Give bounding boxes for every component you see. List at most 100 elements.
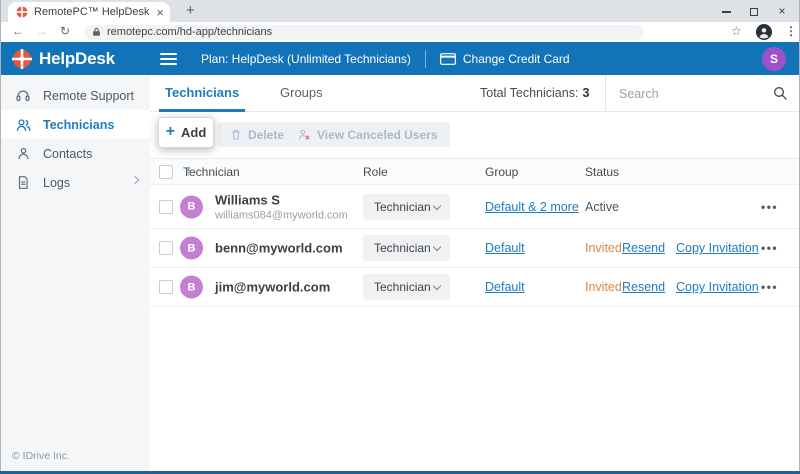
column-group: Group <box>485 165 518 179</box>
total-technicians: Total Technicians:3 <box>480 75 589 112</box>
role-dropdown[interactable]: Technician <box>363 194 450 220</box>
change-credit-card-button[interactable]: Change Credit Card <box>440 52 570 66</box>
contact-icon <box>14 146 32 161</box>
group-link[interactable]: Default <box>485 280 525 294</box>
role-value: Technician <box>374 200 431 214</box>
window-close-button[interactable]: × <box>768 4 796 18</box>
row-actions-menu-icon[interactable]: ••• <box>761 241 778 255</box>
status-label: Invited <box>585 241 622 255</box>
browser-profile-avatar[interactable] <box>756 24 772 40</box>
user-avatar[interactable]: S <box>762 47 786 71</box>
window-border-left <box>0 0 1 474</box>
table-header: Technician↑ Role Group Status <box>150 158 800 185</box>
technician-email: williams084@myworld.com <box>215 209 348 221</box>
sidebar-item-label: Technicians <box>43 118 114 132</box>
chevron-right-icon <box>131 176 139 184</box>
browser-url-bar: ← → ↻ remotepc.com/hd-app/technicians ☆ … <box>0 22 800 42</box>
resend-link[interactable]: Resend <box>622 280 665 294</box>
credit-card-icon <box>440 53 456 65</box>
role-value: Technician <box>374 280 431 294</box>
select-all-checkbox[interactable] <box>159 165 173 179</box>
view-canceled-label: View Canceled Users <box>317 128 438 142</box>
delete-button-label: Delete <box>248 128 284 142</box>
sidebar-item-remote-support[interactable]: Remote Support <box>0 81 150 110</box>
headset-icon <box>14 88 32 103</box>
status-label: Invited <box>585 280 622 294</box>
lifesaver-logo-icon <box>12 49 32 69</box>
page-tabs: Technicians Groups Total Technicians:3 <box>150 75 800 112</box>
window-minimize-button[interactable] <box>712 4 740 18</box>
sidebar-item-label: Contacts <box>43 147 92 161</box>
table-row: B jim@myworld.com Technician Default Inv… <box>150 268 800 307</box>
header-divider <box>425 50 426 68</box>
status-label: Active <box>585 200 619 214</box>
sidebar-item-label: Logs <box>43 176 70 190</box>
group-link[interactable]: Default <box>485 241 525 255</box>
tab-close-icon[interactable]: × <box>156 6 164 19</box>
chevron-down-icon <box>433 243 441 251</box>
role-value: Technician <box>374 241 431 255</box>
chevron-down-icon <box>433 282 441 290</box>
browser-menu-icon[interactable]: ⋮ <box>785 24 797 38</box>
change-credit-card-label: Change Credit Card <box>463 52 570 66</box>
copy-invitation-link[interactable]: Copy Invitation <box>676 241 759 255</box>
window-maximize-button[interactable] <box>740 4 768 18</box>
search-input[interactable] <box>619 82 759 105</box>
logs-icon <box>14 175 32 190</box>
sidebar: Remote Support Technicians Contacts Logs… <box>0 75 150 471</box>
column-status: Status <box>585 165 619 179</box>
url-text: remotepc.com/hd-app/technicians <box>107 26 272 38</box>
bookmark-star-icon[interactable]: ☆ <box>731 24 742 38</box>
sort-asc-icon: ↑ <box>186 166 192 178</box>
table-row: B benn@myworld.com Technician Default In… <box>150 229 800 268</box>
user-cancel-icon <box>297 128 311 141</box>
copy-invitation-link[interactable]: Copy Invitation <box>676 280 759 294</box>
row-checkbox[interactable] <box>159 280 173 294</box>
row-actions-menu-icon[interactable]: ••• <box>761 200 778 214</box>
row-checkbox[interactable] <box>159 200 173 214</box>
view-canceled-users-button[interactable]: View Canceled Users <box>285 122 450 147</box>
chevron-down-icon <box>433 201 441 209</box>
forward-icon[interactable]: → <box>36 24 48 38</box>
reload-icon[interactable]: ↻ <box>60 24 70 38</box>
technician-name: jim@myworld.com <box>215 280 330 295</box>
sidebar-item-logs[interactable]: Logs <box>0 168 150 197</box>
table-row: B Williams S williams084@myworld.com Tec… <box>150 185 800 229</box>
tab-groups[interactable]: Groups <box>274 75 329 112</box>
window-controls: × <box>712 0 796 22</box>
lock-icon <box>92 27 101 37</box>
vertical-divider <box>605 75 606 112</box>
remotepc-favicon-icon <box>16 6 28 18</box>
sidebar-item-technicians[interactable]: Technicians <box>0 110 150 139</box>
menu-icon[interactable] <box>160 53 177 65</box>
address-bar[interactable]: remotepc.com/hd-app/technicians <box>84 25 644 40</box>
technician-avatar: B <box>180 276 203 299</box>
total-technicians-value: 3 <box>582 86 589 100</box>
tab-technicians[interactable]: Technicians <box>159 75 245 112</box>
browser-tab[interactable]: RemotePC™ HelpDesk - Technicians × <box>8 2 170 22</box>
copyright-label: © IDrive Inc. <box>12 450 70 462</box>
back-icon[interactable]: ← <box>12 24 24 38</box>
helpdesk-logo: HelpDesk <box>0 49 160 69</box>
delete-icon <box>230 128 242 141</box>
technician-avatar: B <box>180 195 203 218</box>
add-button[interactable]: + Add <box>158 117 214 148</box>
role-dropdown[interactable]: Technician <box>363 235 450 261</box>
app-name: HelpDesk <box>39 49 115 69</box>
resend-link[interactable]: Resend <box>622 241 665 255</box>
technicians-icon <box>14 117 32 133</box>
new-tab-button[interactable]: + <box>186 2 195 19</box>
browser-window: RemotePC™ HelpDesk - Technicians × + × ←… <box>0 0 800 474</box>
row-checkbox[interactable] <box>159 241 173 255</box>
technician-identity: Williams S williams084@myworld.com <box>215 192 348 221</box>
sidebar-item-contacts[interactable]: Contacts <box>0 139 150 168</box>
role-dropdown[interactable]: Technician <box>363 274 450 300</box>
column-role: Role <box>363 165 388 179</box>
main-content: Technicians Groups Total Technicians:3 +… <box>150 75 800 471</box>
sidebar-item-label: Remote Support <box>43 89 134 103</box>
search-icon[interactable] <box>772 85 788 101</box>
technician-name: Williams S <box>215 192 348 207</box>
group-link[interactable]: Default & 2 more <box>485 200 579 214</box>
row-actions-menu-icon[interactable]: ••• <box>761 280 778 294</box>
plus-icon: + <box>166 124 175 140</box>
